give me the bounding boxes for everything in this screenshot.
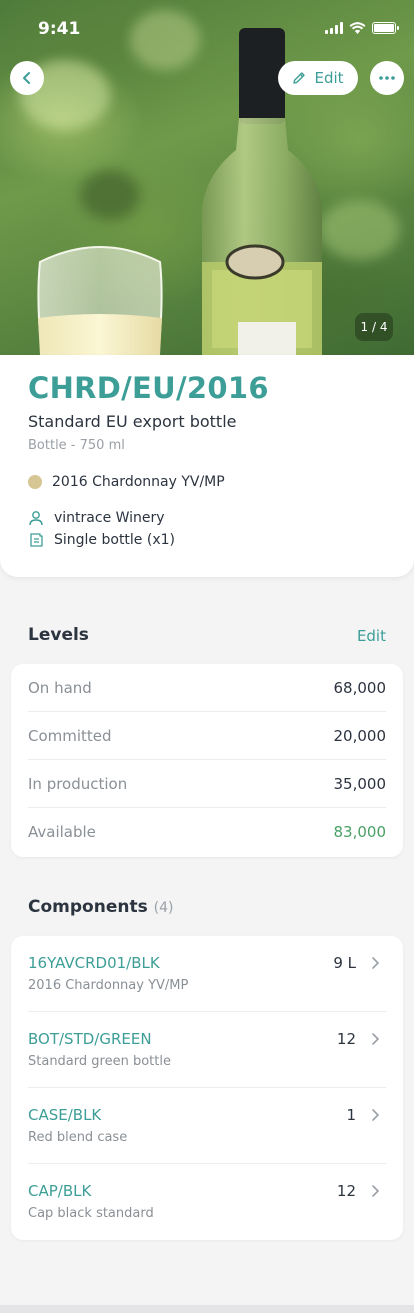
level-row-committed: Committed 20,000 — [28, 712, 386, 760]
level-label: In production — [28, 774, 128, 793]
levels-card: On hand 68,000 Committed 20,000 In produ… — [11, 664, 403, 857]
wine-color-dot — [28, 475, 42, 489]
component-description: Standard green bottle — [28, 1054, 171, 1069]
level-label: Committed — [28, 726, 112, 745]
levels-edit-button[interactable]: Edit — [357, 627, 386, 645]
component-quantity: 12 — [336, 1030, 356, 1048]
owner-name: vintrace Winery — [54, 510, 165, 526]
package-icon — [30, 533, 43, 547]
component-code: CASE/BLK — [28, 1106, 102, 1124]
back-button[interactable] — [10, 61, 44, 95]
level-value-available: 83,000 — [333, 823, 387, 841]
packaging-row: Single bottle (x1) — [28, 532, 175, 548]
component-code: BOT/STD/GREEN — [28, 1030, 152, 1048]
edit-product-button[interactable]: Edit — [278, 61, 358, 95]
status-time: 9:41 — [38, 19, 81, 39]
component-description: Cap black standard — [28, 1206, 154, 1221]
chevron-right-icon — [372, 1185, 380, 1197]
product-name: Standard EU export bottle — [28, 412, 237, 431]
components-card: 16YAVCRD01/BLK 2016 Chardonnay YV/MP 9 L… — [11, 936, 403, 1240]
status-bar: 9:41 — [0, 0, 414, 58]
owner-row: vintrace Winery — [28, 510, 165, 526]
level-row-available: Available 83,000 — [28, 808, 386, 856]
product-format: Bottle - 750 ml — [28, 438, 125, 453]
component-quantity: 9 L — [333, 954, 356, 972]
level-value: 35,000 — [333, 774, 387, 793]
person-icon — [29, 511, 43, 526]
component-description: Red blend case — [28, 1130, 128, 1145]
component-code: CAP/BLK — [28, 1182, 92, 1200]
components-count: (4) — [153, 900, 174, 916]
component-quantity: 1 — [346, 1106, 356, 1124]
components-title: Components (4) — [28, 897, 173, 917]
more-dots-icon — [379, 76, 395, 80]
chevron-right-icon — [372, 1109, 380, 1121]
chevron-right-icon — [372, 957, 380, 969]
level-label: Available — [28, 823, 96, 841]
chevron-left-icon — [23, 72, 30, 84]
level-row-in-production: In production 35,000 — [28, 760, 386, 808]
level-label: On hand — [28, 678, 92, 697]
bottom-edge — [0, 1305, 414, 1313]
level-row-on-hand: On hand 68,000 — [28, 664, 386, 712]
packaging-text: Single bottle (x1) — [54, 532, 175, 548]
component-row[interactable]: CASE/BLK Red blend case 1 — [28, 1088, 386, 1164]
wine-row[interactable]: 2016 Chardonnay YV/MP — [28, 474, 225, 490]
components-title-text: Components — [28, 897, 148, 917]
image-pager: 1 / 4 — [355, 313, 393, 341]
component-code: 16YAVCRD01/BLK — [28, 954, 160, 972]
cellular-signal-icon — [325, 22, 343, 34]
component-row[interactable]: 16YAVCRD01/BLK 2016 Chardonnay YV/MP 9 L — [28, 936, 386, 1012]
level-value: 68,000 — [333, 678, 387, 697]
level-value: 20,000 — [333, 726, 387, 745]
levels-title: Levels — [28, 625, 89, 645]
component-quantity: 12 — [336, 1182, 356, 1200]
chevron-right-icon — [372, 1033, 380, 1045]
wine-name: 2016 Chardonnay YV/MP — [52, 474, 225, 490]
edit-product-label: Edit — [314, 69, 344, 87]
product-code: CHRD/EU/2016 — [28, 371, 269, 405]
product-info-card: CHRD/EU/2016 Standard EU export bottle B… — [0, 355, 414, 577]
more-options-button[interactable] — [370, 61, 404, 95]
pencil-icon — [293, 72, 306, 84]
component-row[interactable]: CAP/BLK Cap black standard 12 — [28, 1164, 386, 1240]
wifi-icon — [349, 22, 366, 34]
component-description: 2016 Chardonnay YV/MP — [28, 978, 189, 993]
battery-icon — [372, 22, 399, 34]
component-row[interactable]: BOT/STD/GREEN Standard green bottle 12 — [28, 1012, 386, 1088]
